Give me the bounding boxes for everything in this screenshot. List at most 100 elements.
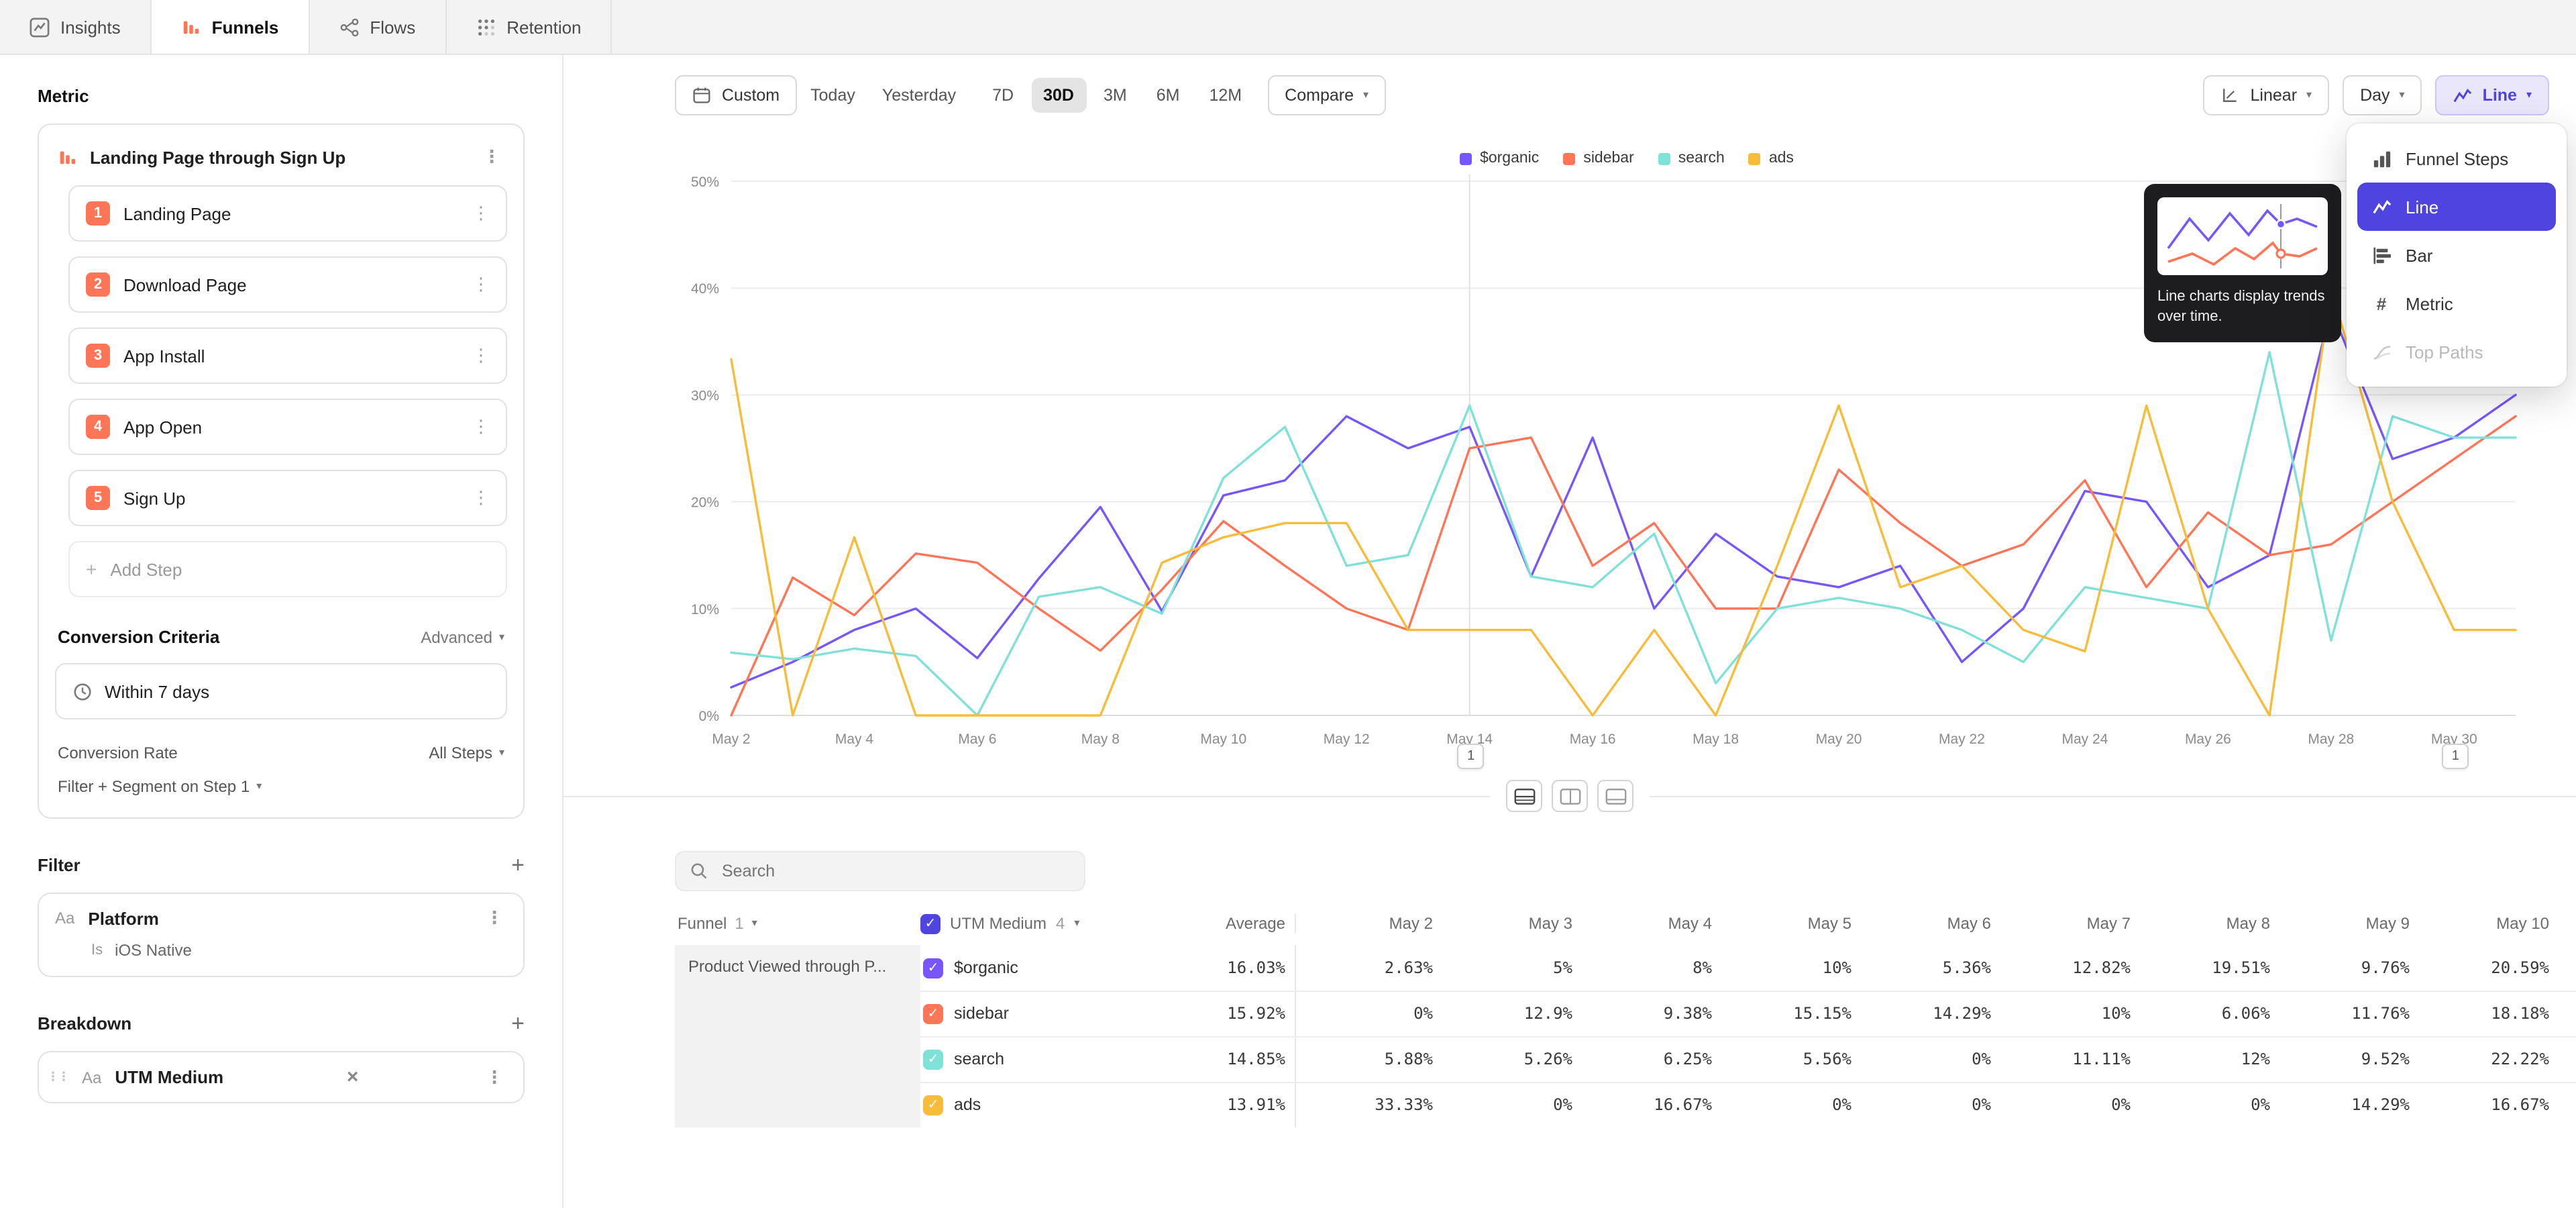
annotation-marker[interactable]: 1 [1458, 744, 1485, 769]
remove-breakdown-icon[interactable]: × [347, 1066, 359, 1089]
tab-insights[interactable]: Insights [0, 0, 152, 54]
range-30d[interactable]: 30D [1031, 78, 1086, 113]
menu-item-line[interactable]: Line [2357, 183, 2556, 231]
menu-item-funnel-steps[interactable]: Funnel Steps [2357, 134, 2556, 183]
axis-scale-icon [2221, 85, 2241, 105]
series-line-search [731, 352, 2516, 715]
utm-column-header[interactable]: ✓ UTM Medium 4 ▾ [920, 913, 1122, 934]
add-filter-button[interactable]: + [511, 854, 525, 876]
funnel-header-label: Funnel [678, 914, 727, 933]
advanced-dropdown[interactable]: Advanced ▾ [421, 627, 504, 646]
series-name: search [954, 1050, 1004, 1068]
cell-value: 11.76% [2273, 991, 2412, 1036]
kebab-menu-icon[interactable]: ⋮ [482, 907, 507, 929]
tab-funnels[interactable]: Funnels [152, 0, 310, 54]
column-header[interactable]: May 4 [1575, 914, 1715, 933]
drag-handle-icon[interactable]: ⋮⋮ [47, 1070, 68, 1085]
compare-button[interactable]: Compare ▾ [1267, 75, 1386, 115]
table-body: Product Viewed through P... ✓$organic16.… [675, 945, 2576, 1127]
range-3m[interactable]: 3M [1091, 78, 1139, 113]
column-header[interactable]: May 7 [1994, 914, 2133, 933]
search-input[interactable] [719, 860, 1071, 882]
row-checkbox[interactable]: ✓ [923, 1095, 943, 1115]
add-breakdown-button[interactable]: + [511, 1012, 525, 1035]
scale-linear-button[interactable]: Linear ▾ [2204, 75, 2330, 115]
cell-value: 19.51% [2133, 945, 2273, 991]
tab-retention[interactable]: Retention [446, 0, 612, 54]
filter-value-row[interactable]: Is iOS Native [91, 941, 507, 960]
range-6m[interactable]: 6M [1144, 78, 1192, 113]
table-row: ✓sidebar15.92%0%12.9%9.38%15.15%14.29%10… [675, 991, 2576, 1036]
row-checkbox[interactable]: ✓ [923, 1003, 943, 1023]
plus-icon: + [86, 558, 97, 580]
kebab-menu-icon[interactable]: ⋮ [479, 146, 504, 168]
column-header[interactable]: May 6 [1854, 914, 1994, 933]
range-7d[interactable]: 7D [980, 78, 1026, 113]
layout-table-view-button[interactable] [1597, 780, 1633, 812]
table-row: ✓search14.85%5.88%5.26%6.25%5.56%0%11.11… [675, 1036, 2576, 1082]
add-step-button[interactable]: + Add Step [68, 541, 507, 597]
cell-average: 16.03% [1122, 945, 1296, 991]
interval-day-button[interactable]: Day ▾ [2343, 75, 2422, 115]
x-axis-tick: May 26 [2185, 732, 2231, 747]
today-button[interactable]: Today [797, 75, 869, 115]
select-all-checkbox[interactable]: ✓ [920, 913, 941, 934]
cell-value: 6.25% [1575, 1036, 1715, 1082]
cell-value: 16.67% [2412, 1082, 2552, 1127]
step-label: App Open [123, 417, 202, 437]
funnel-step-2[interactable]: 2 Download Page ⋮ [68, 256, 507, 313]
cell-value: 10% [1715, 945, 1854, 991]
calendar-icon [692, 85, 712, 105]
x-axis-tick: May 22 [1939, 732, 1985, 747]
menu-item-top-paths[interactable]: Top Paths [2357, 328, 2556, 376]
cell-value: 5.36% [1854, 945, 1994, 991]
y-axis-tick: 10% [691, 602, 719, 617]
menu-item-metric[interactable]: # Metric [2357, 279, 2556, 328]
annotation-marker[interactable]: 1 [2442, 744, 2469, 769]
column-header[interactable]: May 3 [1436, 914, 1575, 933]
kebab-menu-icon[interactable]: ⋮ [468, 345, 494, 366]
tab-flows[interactable]: Flows [309, 0, 446, 54]
column-header[interactable]: May 5 [1715, 914, 1854, 933]
row-checkbox[interactable]: ✓ [923, 1049, 943, 1069]
column-header-average[interactable]: Average [1122, 914, 1296, 933]
column-header[interactable]: May 10 [2412, 914, 2552, 933]
layout-split-view-button[interactable] [1506, 780, 1542, 812]
kebab-menu-icon[interactable]: ⋮ [482, 1066, 507, 1088]
series-name: sidebar [954, 1004, 1009, 1023]
x-axis-tick: May 20 [1816, 732, 1862, 747]
table-search-box[interactable] [675, 851, 1085, 891]
filter-platform-card[interactable]: Aa Platform ⋮ Is iOS Native [38, 893, 525, 977]
funnel-step-5[interactable]: 5 Sign Up ⋮ [68, 470, 507, 526]
filter-segment-dropdown[interactable]: Filter + Segment on Step 1 ▾ [58, 777, 504, 796]
funnel-title-row[interactable]: Landing Page through Sign Up ⋮ [55, 141, 507, 170]
row-checkbox[interactable]: ✓ [923, 958, 943, 978]
yesterday-button[interactable]: Yesterday [869, 75, 969, 115]
layout-chart-view-button[interactable] [1552, 780, 1588, 812]
all-steps-dropdown[interactable]: All Steps ▾ [429, 744, 504, 762]
funnel-column-header[interactable]: Funnel 1 ▾ [675, 914, 920, 933]
column-header[interactable]: May 9 [2273, 914, 2412, 933]
funnel-count: 1 [735, 914, 743, 933]
range-12m[interactable]: 12M [1197, 78, 1254, 113]
chart-type-line-button[interactable]: Line ▾ [2436, 75, 2549, 115]
kebab-menu-icon[interactable]: ⋮ [468, 274, 494, 295]
funnel-step-4[interactable]: 4 App Open ⋮ [68, 399, 507, 455]
funnel-step-3[interactable]: 3 App Install ⋮ [68, 328, 507, 384]
cell-average: 13.91% [1122, 1082, 1296, 1127]
column-header[interactable]: May 8 [2133, 914, 2273, 933]
query-builder-sidebar: Metric Landing Page through Sign Up ⋮ 1 … [0, 54, 564, 1208]
column-header[interactable]: May 2 [1296, 914, 1436, 933]
kebab-menu-icon[interactable]: ⋮ [468, 203, 494, 224]
conversion-window-row[interactable]: Within 7 days [55, 663, 507, 719]
compare-label: Compare [1285, 86, 1354, 105]
custom-date-button[interactable]: Custom [675, 75, 797, 115]
breakdown-utm-card[interactable]: ⋮⋮ Aa UTM Medium × ⋮ [38, 1051, 525, 1103]
step-number-badge: 4 [86, 415, 110, 439]
menu-item-bar[interactable]: Bar [2357, 231, 2556, 279]
kebab-menu-icon[interactable]: ⋮ [468, 416, 494, 438]
cell-value: 9.76% [2273, 945, 2412, 991]
kebab-menu-icon[interactable]: ⋮ [468, 487, 494, 509]
chevron-down-icon: ▾ [256, 781, 262, 792]
funnel-step-1[interactable]: 1 Landing Page ⋮ [68, 185, 507, 242]
